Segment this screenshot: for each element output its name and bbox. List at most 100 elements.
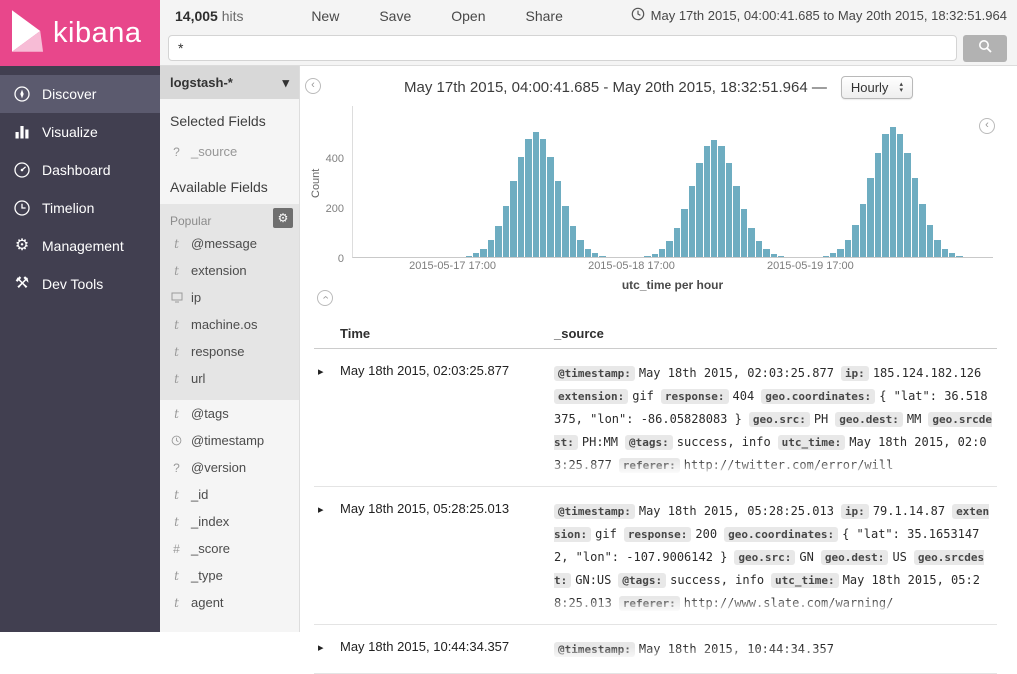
histogram-bar[interactable] bbox=[466, 256, 472, 258]
table-row: ▸May 18th 2015, 10:44:34.357@timestamp:M… bbox=[314, 625, 997, 674]
histogram-bar[interactable] bbox=[890, 127, 896, 257]
timepicker-button[interactable]: May 17th 2015, 04:00:41.685 to May 20th … bbox=[631, 7, 1007, 24]
field-machine.os[interactable]: tmachine.os bbox=[170, 311, 289, 338]
histogram-bar[interactable] bbox=[919, 204, 925, 258]
histogram-bar[interactable] bbox=[488, 240, 494, 257]
histogram-bar[interactable] bbox=[845, 240, 851, 258]
histogram-bar[interactable] bbox=[503, 206, 509, 258]
histogram-bar[interactable] bbox=[681, 209, 687, 257]
histogram-bar[interactable] bbox=[942, 249, 948, 258]
histogram-bar[interactable] bbox=[852, 225, 858, 257]
histogram-bar[interactable] bbox=[823, 256, 829, 258]
sidebar-item-management[interactable]: ⚙Management bbox=[0, 227, 160, 265]
histogram-bar[interactable] bbox=[562, 206, 568, 258]
field-_source[interactable]: ?_source bbox=[170, 138, 289, 165]
menu-open[interactable]: Open bbox=[451, 8, 485, 24]
sidebar-item-dev-tools[interactable]: ⚒Dev Tools bbox=[0, 265, 160, 303]
menu-save[interactable]: Save bbox=[379, 8, 411, 24]
field-agent[interactable]: tagent bbox=[170, 589, 289, 616]
histogram-bar[interactable] bbox=[533, 132, 539, 257]
histogram-bar[interactable] bbox=[659, 249, 665, 257]
histogram-bar[interactable] bbox=[644, 256, 650, 257]
histogram-bar[interactable] bbox=[733, 186, 739, 257]
histogram-bar[interactable] bbox=[956, 256, 962, 258]
histogram-bar[interactable] bbox=[540, 139, 546, 257]
histogram-bar[interactable] bbox=[592, 253, 598, 257]
menu-share[interactable]: Share bbox=[526, 8, 563, 24]
field-_id[interactable]: t_id bbox=[170, 481, 289, 508]
histogram-bar[interactable] bbox=[674, 228, 680, 257]
expand-row-button[interactable]: ▸ bbox=[314, 362, 340, 382]
histogram-bar[interactable] bbox=[547, 157, 553, 257]
query-bar bbox=[160, 31, 1017, 66]
histogram-bar[interactable] bbox=[741, 209, 747, 257]
field-settings-button[interactable]: ⚙ bbox=[273, 208, 293, 228]
histogram-bar[interactable] bbox=[882, 134, 888, 257]
histogram-bar[interactable] bbox=[763, 249, 769, 257]
histogram-bar[interactable] bbox=[480, 249, 486, 257]
histogram-bar[interactable] bbox=[689, 186, 695, 257]
sidebar-item-dashboard[interactable]: Dashboard bbox=[0, 151, 160, 189]
histogram-bar[interactable] bbox=[927, 225, 933, 257]
field-_index[interactable]: t_index bbox=[170, 508, 289, 535]
sidebar-item-visualize[interactable]: Visualize bbox=[0, 113, 160, 151]
histogram-bar[interactable] bbox=[711, 140, 717, 258]
histogram-bar[interactable] bbox=[525, 139, 531, 257]
histogram-bar[interactable] bbox=[473, 253, 479, 257]
field-extension[interactable]: textension bbox=[170, 257, 289, 284]
histogram-bar[interactable] bbox=[771, 254, 777, 258]
histogram-bar[interactable] bbox=[837, 249, 843, 258]
field-value: 404 bbox=[733, 389, 755, 403]
field-ip[interactable]: ip bbox=[170, 284, 289, 311]
histogram-bar[interactable] bbox=[570, 226, 576, 257]
histogram-bar[interactable] bbox=[867, 178, 873, 257]
histogram-bar[interactable] bbox=[666, 241, 672, 257]
histogram-bar[interactable] bbox=[718, 146, 724, 257]
time-column-header[interactable]: Time bbox=[340, 326, 554, 341]
histogram-bar[interactable] bbox=[934, 240, 940, 258]
sidebar-item-timelion[interactable]: Timelion bbox=[0, 189, 160, 227]
field-@tags[interactable]: t@tags bbox=[170, 400, 289, 427]
histogram-bar[interactable] bbox=[510, 181, 516, 257]
histogram-bar[interactable] bbox=[897, 134, 903, 257]
index-pattern-selector[interactable]: logstash-* ▾ bbox=[160, 66, 299, 99]
histogram-bar[interactable] bbox=[830, 253, 836, 257]
field-key-badge: @timestamp: bbox=[554, 504, 635, 519]
search-input[interactable] bbox=[168, 35, 957, 61]
field-key-badge: utc_time: bbox=[778, 435, 846, 450]
histogram-bar[interactable] bbox=[949, 253, 955, 257]
histogram-bar[interactable] bbox=[704, 146, 710, 257]
histogram-bar[interactable] bbox=[555, 181, 561, 257]
histogram-bar[interactable] bbox=[495, 226, 501, 257]
histogram-bar[interactable] bbox=[726, 163, 732, 257]
field-url[interactable]: turl bbox=[170, 365, 289, 392]
expand-row-button[interactable]: ▸ bbox=[314, 500, 340, 520]
histogram-bar[interactable] bbox=[577, 240, 583, 257]
collapse-sidebar-button[interactable]: ‹ bbox=[305, 78, 321, 94]
histogram-bar[interactable] bbox=[518, 157, 524, 257]
histogram-bar[interactable] bbox=[904, 153, 910, 257]
magnifier-icon bbox=[978, 39, 993, 57]
sidebar-item-discover[interactable]: Discover bbox=[0, 75, 160, 113]
field-@timestamp[interactable]: @timestamp bbox=[170, 427, 289, 454]
field-_type[interactable]: t_type bbox=[170, 562, 289, 589]
field-@message[interactable]: t@message bbox=[170, 230, 289, 257]
histogram-bar[interactable] bbox=[748, 228, 754, 257]
search-button[interactable] bbox=[963, 35, 1007, 62]
histogram-bar[interactable] bbox=[875, 153, 881, 257]
field-@version[interactable]: ?@version bbox=[170, 454, 289, 481]
expand-row-button[interactable]: ▸ bbox=[314, 638, 340, 658]
histogram-bar[interactable] bbox=[778, 256, 784, 257]
collapse-chart-button[interactable]: ‹ bbox=[317, 290, 333, 306]
histogram-bar[interactable] bbox=[652, 254, 658, 258]
interval-select[interactable]: Hourly ▴▾ bbox=[841, 76, 913, 99]
histogram-bar[interactable] bbox=[756, 241, 762, 257]
histogram-bar[interactable] bbox=[696, 163, 702, 257]
histogram-bar[interactable] bbox=[912, 178, 918, 257]
field-_score[interactable]: #_score bbox=[170, 535, 289, 562]
histogram-bar[interactable] bbox=[599, 256, 605, 258]
field-response[interactable]: tresponse bbox=[170, 338, 289, 365]
menu-new[interactable]: New bbox=[311, 8, 339, 24]
histogram-bar[interactable] bbox=[860, 204, 866, 258]
histogram-bar[interactable] bbox=[585, 249, 591, 257]
